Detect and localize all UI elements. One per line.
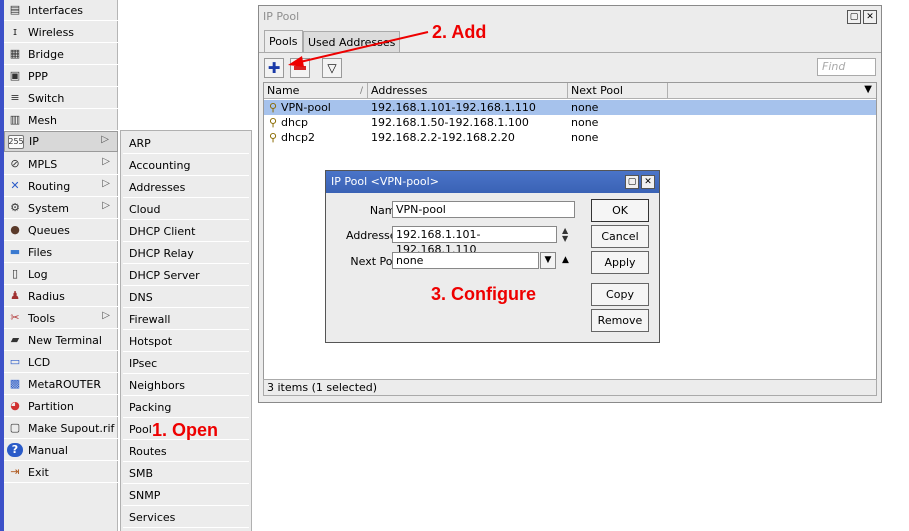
annotation-arrow bbox=[288, 31, 429, 67]
